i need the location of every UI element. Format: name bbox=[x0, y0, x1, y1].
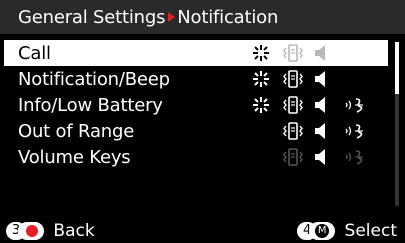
title-bar: General Settings Notification bbox=[0, 0, 405, 34]
breadcrumb-general-settings: General Settings bbox=[18, 6, 166, 28]
menu-button-icon: M bbox=[309, 222, 336, 240]
select-label: Select bbox=[344, 221, 397, 241]
row-label: Out of Range bbox=[18, 120, 135, 142]
vibrate-icon bbox=[282, 95, 304, 115]
select-hint[interactable]: 4M Select bbox=[297, 221, 397, 241]
settings-list: Call Notification/Beep Info/Low Battery … bbox=[4, 40, 388, 208]
row-volume-keys[interactable]: Volume Keys bbox=[4, 144, 388, 170]
scrollbar-thumb[interactable] bbox=[395, 42, 399, 94]
footer-bar: 3 Back 4M Select bbox=[0, 218, 405, 243]
scrollbar[interactable] bbox=[395, 42, 399, 206]
light-icon bbox=[250, 95, 272, 115]
row-label: Call bbox=[18, 42, 51, 64]
assist-icon bbox=[344, 147, 366, 167]
light-icon bbox=[250, 69, 272, 89]
row-info-low-battery[interactable]: Info/Low Battery bbox=[4, 92, 388, 118]
row-label: Info/Low Battery bbox=[18, 94, 163, 116]
back-hint[interactable]: 3 Back bbox=[6, 221, 95, 241]
vibrate-icon bbox=[282, 147, 304, 167]
row-out-of-range[interactable]: Out of Range bbox=[4, 118, 388, 144]
breadcrumb-arrow-icon bbox=[168, 12, 176, 22]
assist-icon bbox=[344, 121, 366, 141]
red-record-button-icon bbox=[18, 222, 44, 240]
menu-letter: M bbox=[315, 224, 330, 238]
breadcrumb-notification: Notification bbox=[177, 6, 279, 28]
row-label: Volume Keys bbox=[18, 146, 131, 168]
back-label: Back bbox=[53, 221, 95, 241]
sound-icon bbox=[310, 147, 332, 167]
row-label: Notification/Beep bbox=[18, 68, 170, 90]
row-call[interactable]: Call bbox=[4, 40, 388, 66]
vibrate-icon bbox=[282, 69, 304, 89]
row-notification-beep[interactable]: Notification/Beep bbox=[4, 66, 388, 92]
sound-icon bbox=[310, 95, 332, 115]
sound-icon bbox=[310, 69, 332, 89]
vibrate-icon bbox=[282, 43, 304, 63]
sound-icon bbox=[310, 43, 332, 63]
assist-icon bbox=[344, 95, 366, 115]
sound-icon bbox=[310, 121, 332, 141]
vibrate-icon bbox=[282, 121, 304, 141]
light-icon bbox=[250, 43, 272, 63]
